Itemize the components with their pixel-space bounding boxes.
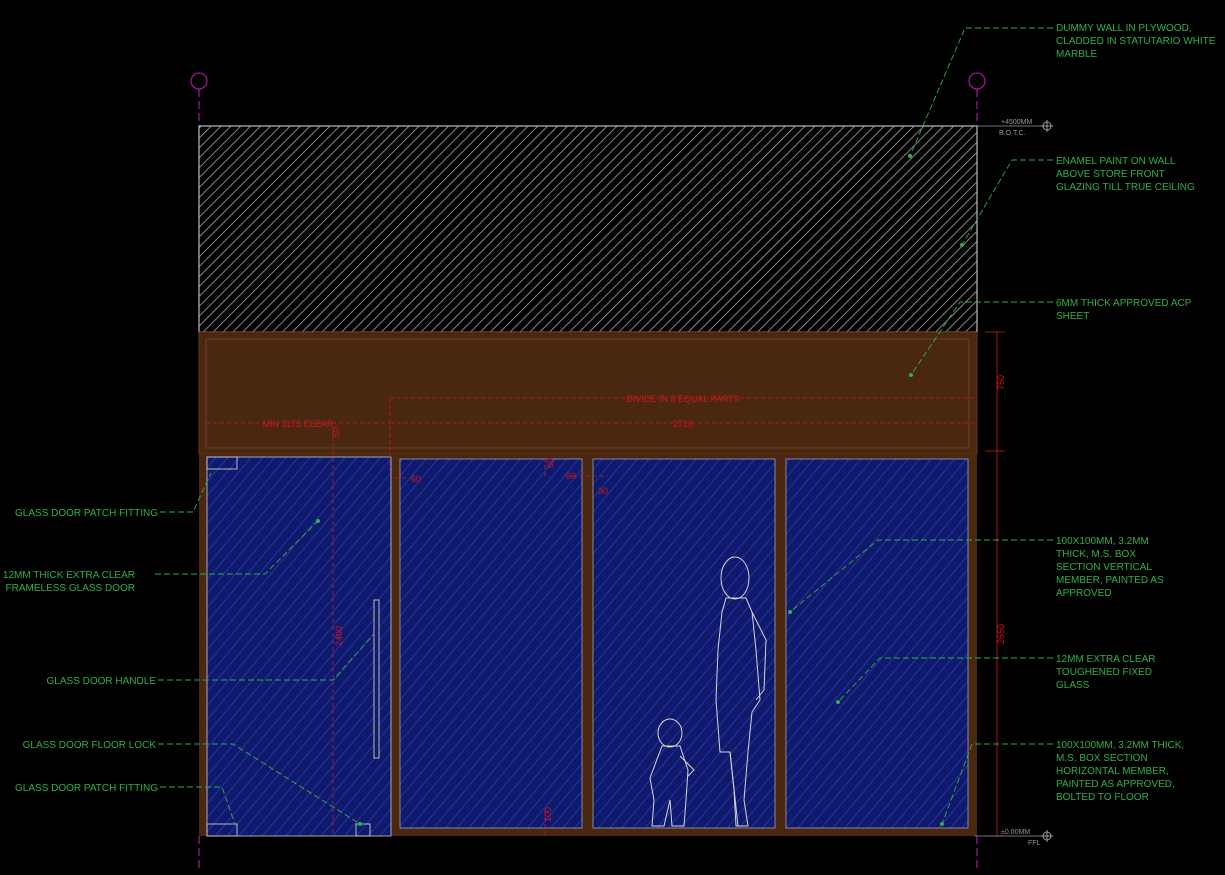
fixed-glass-panel-1 (399, 458, 583, 829)
grid-bubble-left (190, 72, 208, 90)
note-right-1: DUMMY WALL IN PLYWOOD, CLADDED IN STATUTA… (1056, 23, 1216, 60)
marble-dummy-wall (198, 125, 978, 333)
note-left-4: GLASS DOOR FLOOR LOCK (23, 740, 157, 751)
acp-fascia (198, 331, 978, 455)
dim-door-height: 2400 (334, 626, 344, 646)
grid-bubble-right (968, 72, 986, 90)
note-right-2: ENAMEL PAINT ON WALL ABOVE STORE FRONT GLA… (1056, 156, 1195, 193)
dim-span: 2716 (673, 419, 693, 429)
note-left-1: GLASS DOOR PATCH FITTING (15, 508, 158, 519)
dim-bottom: 100 (543, 807, 553, 822)
dim-offset-d: 30 (598, 486, 608, 496)
bottom-level-label: FFL (1028, 840, 1041, 847)
dim-offset-e: 50 (331, 427, 341, 437)
fixed-glass-panel-2 (592, 458, 776, 829)
note-right-3: 6MM THICK APPROVED ACP SHEET (1056, 298, 1192, 322)
note-right-6: 100X100MM, 3.2MM THICK, M.S. BOX SECTION H… (1056, 740, 1184, 803)
dim-divide-equal: DIVIDE IN 3 EQUAL PARTS (626, 394, 739, 404)
dim-offset-c: 30 (566, 471, 576, 481)
dim-min-clear: MIN 1175 CLEAR (263, 419, 334, 429)
note-right-4: 100X100MM, 3.2MM THICK, M.S. BOX SECTION V… (1056, 536, 1164, 599)
dim-fascia-height: 750 (996, 375, 1006, 390)
top-level-value: +4500MM (1001, 119, 1032, 126)
fixed-glass-panel-3 (785, 458, 969, 829)
dim-offset-a: 60 (411, 474, 421, 484)
storefront-elevation-drawing: +4500MM B.O.T.C. ±0.00MM FFL DIVIDE IN 3… (3, 23, 1216, 870)
notes-right: DUMMY WALL IN PLYWOOD, CLADDED IN STATUTA… (1056, 23, 1216, 803)
notes-left: GLASS DOOR PATCH FITTING 12MM THICK EXTRA… (3, 508, 158, 794)
level-markers (1041, 120, 1053, 842)
dim-glazing-height: 2650 (996, 624, 1006, 644)
dim-offset-b: 60 (545, 458, 555, 468)
note-left-2: 12MM THICK EXTRA CLEAR FRAMELESS GLASS DO… (3, 570, 135, 594)
note-left-3: GLASS DOOR HANDLE (47, 676, 157, 687)
note-right-5: 12MM EXTRA CLEAR TOUGHENED FIXED GLASS (1056, 654, 1155, 691)
door-handle (373, 599, 380, 759)
note-left-5: GLASS DOOR PATCH FITTING (15, 783, 158, 794)
bottom-level-value: ±0.00MM (1001, 829, 1030, 836)
top-level-label: B.O.T.C. (999, 130, 1026, 137)
